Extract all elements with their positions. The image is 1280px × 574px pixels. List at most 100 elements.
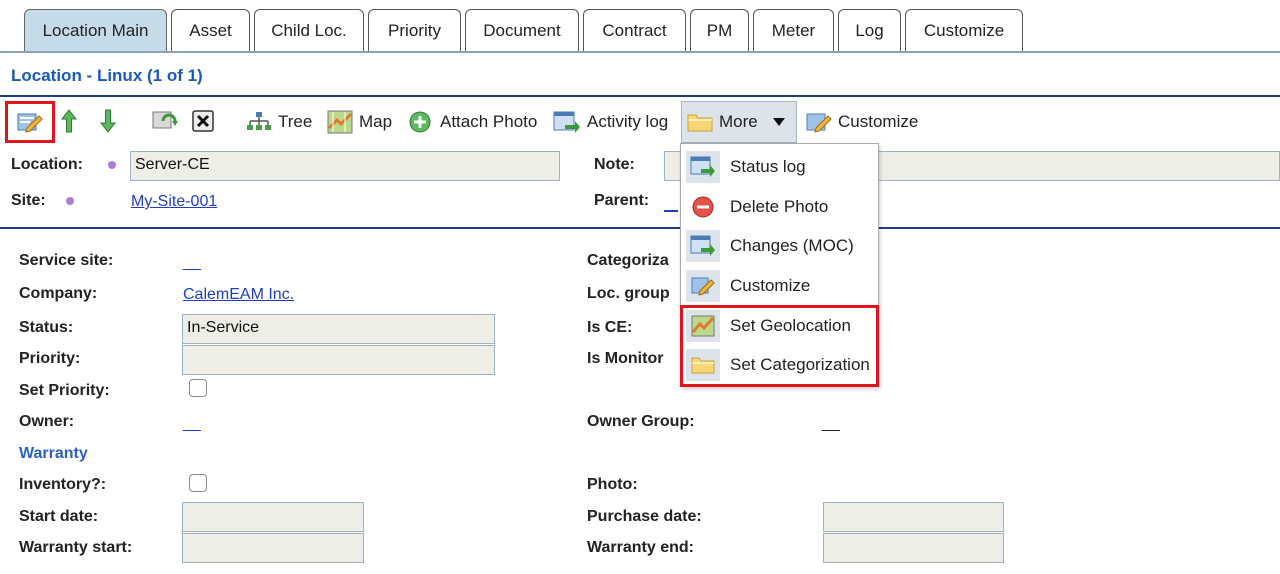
owner-label: Owner: [19, 413, 75, 430]
menu-item-changes-moc[interactable]: Changes (MOC) [681, 226, 878, 266]
more-button-content[interactable]: More [687, 103, 786, 141]
customize-button[interactable]: Customize [806, 103, 918, 141]
service-site-link[interactable]: __ [183, 254, 201, 272]
delete-photo-icon [686, 191, 720, 223]
tab-asset[interactable]: Asset [171, 9, 250, 51]
folder-icon [687, 114, 713, 132]
tab-document[interactable]: Document [465, 9, 579, 51]
cutoff-section-title [19, 568, 159, 574]
changes-moc-icon [686, 230, 720, 262]
menu-item-set-categorization[interactable]: Set Categorization [681, 345, 878, 385]
more-label: More [719, 112, 758, 131]
company-link[interactable]: CalemEAM Inc. [183, 286, 294, 304]
map-icon [686, 310, 720, 342]
edit-icon [17, 113, 43, 133]
photo-label: Photo: [587, 476, 638, 493]
inventory-checkbox[interactable] [189, 474, 207, 492]
tree-button[interactable]: Tree [246, 103, 312, 141]
warranty-end-input[interactable] [823, 533, 1004, 563]
refresh-icon [152, 111, 178, 129]
activity-log-button[interactable]: Activity log [553, 103, 668, 141]
set-priority-label: Set Priority: [19, 382, 110, 399]
site-link[interactable]: My-Site-001 [131, 193, 217, 211]
close-button[interactable] [186, 104, 220, 138]
parent-link[interactable] [664, 210, 678, 212]
customize-label: Customize [838, 112, 919, 131]
tab-bar: Location Main Asset Child Loc. Priority … [0, 0, 1280, 53]
start-date-label: Start date: [19, 508, 99, 525]
menu-item-label: Status log [730, 157, 806, 176]
tab-customize[interactable]: Customize [905, 9, 1023, 51]
purchase-date-label: Purchase date: [587, 508, 702, 525]
is-ce-label: Is CE: [587, 319, 633, 336]
header-divider [0, 227, 1280, 229]
attach-photo-label: Attach Photo [440, 112, 538, 131]
menu-item-label: Set Geolocation [730, 316, 851, 335]
tree-label: Tree [278, 112, 313, 131]
location-label: Location: [11, 156, 83, 173]
menu-item-label: Delete Photo [730, 197, 829, 216]
activity-log-icon [553, 111, 580, 133]
menu-item-set-geolocation[interactable]: Set Geolocation [681, 306, 878, 346]
status-log-icon [686, 151, 720, 183]
tab-child-loc[interactable]: Child Loc. [254, 9, 364, 51]
folder-icon [686, 349, 720, 381]
location-input[interactable]: Server-CE [130, 151, 560, 181]
company-label: Company: [19, 285, 98, 302]
parent-label: Parent: [594, 192, 650, 209]
owner-link[interactable]: __ [183, 415, 201, 433]
status-input[interactable]: In-Service [182, 314, 495, 344]
priority-label: Priority: [19, 350, 81, 367]
owner-group-label: Owner Group: [587, 413, 695, 430]
tab-location-main[interactable]: Location Main [24, 9, 167, 51]
tab-contract[interactable]: Contract [583, 9, 686, 51]
menu-item-label: Customize [730, 276, 811, 295]
move-up-button[interactable] [52, 104, 86, 138]
categorization-label: Categoriza [587, 252, 669, 269]
required-dot [66, 197, 74, 205]
page-title: Location - Linux (1 of 1) [11, 66, 203, 85]
close-icon [192, 110, 214, 132]
tab-log[interactable]: Log [838, 9, 901, 51]
service-site-label: Service site: [19, 252, 114, 269]
title-divider [0, 95, 1280, 97]
map-button[interactable]: Map [327, 103, 392, 141]
customize-icon [686, 270, 720, 302]
attach-photo-button[interactable]: Attach Photo [408, 103, 537, 141]
map-icon [327, 110, 353, 134]
is-monitor-label: Is Monitor [587, 350, 664, 367]
purchase-date-input[interactable] [823, 502, 1004, 532]
required-dot [108, 161, 116, 169]
start-date-input[interactable] [182, 502, 364, 532]
edit-button[interactable] [5, 101, 55, 143]
move-down-button[interactable] [91, 104, 125, 138]
caret-down-icon [772, 118, 785, 126]
menu-item-delete-photo[interactable]: Delete Photo [681, 187, 878, 227]
note-label: Note: [594, 156, 635, 173]
arrow-up-icon [60, 109, 78, 133]
priority-input[interactable] [182, 345, 495, 375]
site-label: Site: [11, 192, 46, 209]
menu-item-customize[interactable]: Customize [681, 266, 878, 306]
set-priority-checkbox[interactable] [189, 379, 207, 397]
map-label: Map [359, 112, 393, 131]
menu-item-label: Changes (MOC) [730, 236, 854, 255]
warranty-section-title: Warranty [19, 445, 88, 462]
warranty-start-input[interactable] [182, 533, 364, 563]
arrow-down-icon [99, 109, 117, 133]
tab-meter[interactable]: Meter [753, 9, 834, 51]
warranty-start-label: Warranty start: [19, 539, 133, 556]
loc-group-label: Loc. group [587, 285, 670, 302]
tab-priority[interactable]: Priority [368, 9, 461, 51]
menu-item-status-log[interactable]: Status log [681, 147, 878, 187]
owner-group-value[interactable]: __ [822, 415, 840, 433]
more-dropdown-menu: Status log Delete Photo Changes (MOC) Cu… [680, 143, 879, 387]
warranty-end-label: Warranty end: [587, 539, 694, 556]
status-label: Status: [19, 319, 74, 336]
tree-icon [247, 112, 271, 130]
activity-log-label: Activity log [587, 112, 669, 131]
refresh-button[interactable] [148, 104, 182, 138]
menu-item-label: Set Categorization [730, 355, 870, 374]
inventory-label: Inventory?: [19, 476, 107, 493]
tab-pm[interactable]: PM [690, 9, 749, 51]
